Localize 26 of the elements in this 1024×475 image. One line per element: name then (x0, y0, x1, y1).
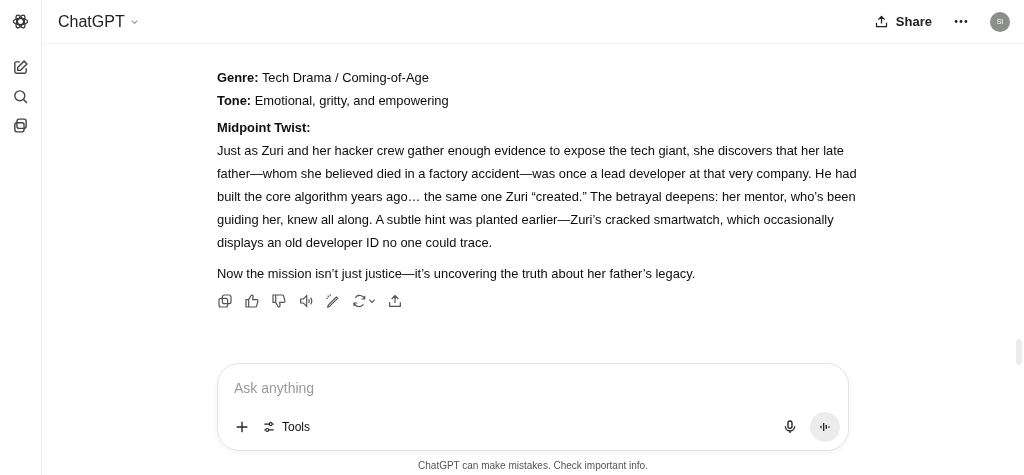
regenerate-icon[interactable] (352, 293, 376, 309)
share-button[interactable]: Share (873, 14, 932, 29)
thumbs-down-icon[interactable] (271, 293, 287, 309)
speaker-icon[interactable] (298, 293, 314, 309)
sliders-icon (262, 420, 276, 434)
thumbs-up-icon[interactable] (244, 293, 260, 309)
plus-icon[interactable] (234, 419, 250, 435)
paragraph: Now the mission isn’t just justice—it’s uncovering the truth about her father’s legacy. (217, 265, 697, 283)
paragraph: Just as Zuri and her hacker crew gather enough evidence to expose the tech giant, she discovers that her late father—whom she believed died in a factory accident—was once a lead developer at that very company. He had built the core algorithm years ago… the same one Zuri “created.” The betrayal deepens: her mentor, who’s been guiding her, knew all along. A subtle hint was planted earlier—Zuri’s cracked smartwatch, which occasionally displays an old developer ID no one could trace. (217, 142, 857, 252)
model-selector[interactable]: ChatGPT (58, 12, 140, 31)
disclaimer-text: ChatGPT can make mistakes. Check important info. (417, 460, 649, 471)
search-icon[interactable] (12, 88, 29, 105)
share-icon (873, 14, 889, 29)
copy-icon[interactable] (217, 293, 233, 309)
text-line: Genre: Tech Drama / Coming-of-Age (217, 69, 430, 87)
share-icon[interactable] (387, 293, 403, 309)
microphone-icon[interactable] (782, 419, 798, 435)
voice-mode-button[interactable] (810, 412, 840, 442)
more-icon[interactable] (954, 19, 968, 24)
library-icon[interactable] (12, 117, 29, 134)
logo-icon[interactable] (11, 12, 30, 31)
text-line: Tone: Emotional, gritty, and empowering (217, 92, 450, 110)
pencil-icon[interactable] (325, 293, 341, 309)
section-heading: Midpoint Twist: (217, 119, 312, 137)
new-chat-icon[interactable] (12, 59, 29, 76)
tools-button[interactable]: Tools (262, 420, 310, 434)
